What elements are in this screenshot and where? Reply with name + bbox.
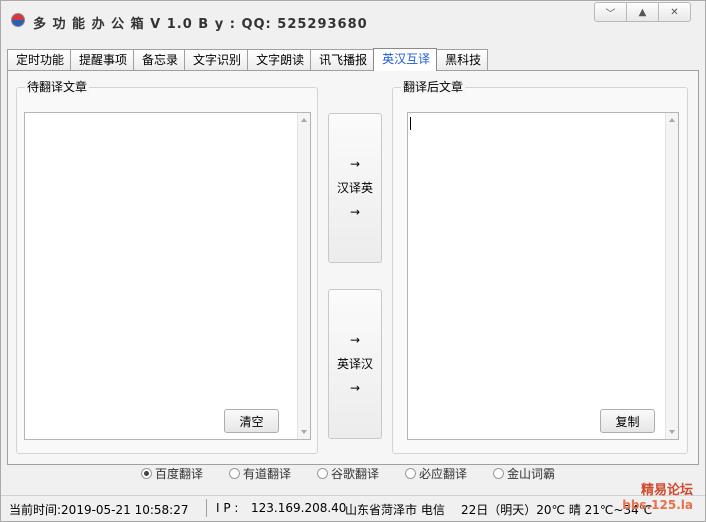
engine-label: 金山词霸 xyxy=(507,467,556,481)
engine-youdao[interactable]: 有道翻译 xyxy=(229,465,291,482)
engine-bing[interactable]: 必应翻译 xyxy=(405,465,467,482)
close-button[interactable]: ✕ xyxy=(658,2,691,22)
tab-text-to-speech[interactable]: 文字朗读 xyxy=(247,49,312,70)
app-logo-icon xyxy=(11,13,25,27)
tab-memo[interactable]: 备忘录 xyxy=(133,49,186,70)
translate-en-to-cn-label: 英译汉 xyxy=(336,357,373,371)
close-icon: ✕ xyxy=(670,6,679,18)
radio-icon[interactable] xyxy=(405,468,416,479)
copy-button[interactable]: 复制 xyxy=(600,409,655,433)
app-window: 多 功 能 办 公 箱 V 1.0 B y : QQ: 525293680 ﹀ … xyxy=(0,0,706,522)
engine-google[interactable]: 谷歌翻译 xyxy=(317,465,379,482)
engine-label: 有道翻译 xyxy=(243,467,292,481)
forum-watermark: 精易论坛 bbs.125.la xyxy=(622,483,693,513)
tab-translate[interactable]: 英汉互译 xyxy=(373,48,438,71)
tab-black-tech[interactable]: 黑科技 xyxy=(436,49,489,70)
clear-button[interactable]: 清空 xyxy=(224,409,279,433)
result-text-output[interactable]: 复制 xyxy=(407,112,679,440)
status-bar: 当前时间:2019-05-21 10:58:27 I P : 123.169.2… xyxy=(1,495,705,521)
watermark-title: 精易论坛 xyxy=(640,483,693,498)
window-controls: ﹀ ▲ ✕ xyxy=(594,2,691,22)
tab-ocr[interactable]: 文字识别 xyxy=(184,49,249,70)
engine-baidu[interactable]: 百度翻译 xyxy=(141,465,203,482)
minimize-icon: ﹀ xyxy=(605,8,616,20)
status-location: 山东省菏泽市 电信 xyxy=(345,503,445,517)
tab-bar: 定时功能 提醒事项 备忘录 文字识别 文字朗读 讯飞播报 英汉互译 黑科技 xyxy=(7,48,489,71)
tab-timer[interactable]: 定时功能 xyxy=(7,49,72,70)
scroll-up-icon[interactable] xyxy=(301,118,307,122)
translate-cn-to-en-label: 汉译英 xyxy=(336,181,373,195)
window-title: 多 功 能 办 公 箱 V 1.0 B y : QQ: 525293680 xyxy=(33,17,368,32)
status-time: 当前时间:2019-05-21 10:58:27 xyxy=(9,503,189,517)
engine-label: 必应翻译 xyxy=(419,467,468,481)
radio-icon[interactable] xyxy=(317,468,328,479)
scroll-down-icon[interactable] xyxy=(301,430,307,434)
maximize-button[interactable]: ▲ xyxy=(626,2,659,22)
status-divider xyxy=(206,499,207,517)
source-scrollbar[interactable] xyxy=(297,113,310,439)
tab-xunfei-broadcast[interactable]: 讯飞播报 xyxy=(310,49,375,70)
watermark-url: bbs.125.la xyxy=(622,498,693,512)
arrow-right-icon: → xyxy=(349,381,361,395)
engine-label: 百度翻译 xyxy=(155,467,204,481)
translate-en-to-cn-button[interactable]: → 英译汉 → xyxy=(328,289,382,439)
result-group-title: 翻译后文章 xyxy=(401,80,466,94)
radio-icon[interactable] xyxy=(229,468,240,479)
title-bar[interactable]: 多 功 能 办 公 箱 V 1.0 B y : QQ: 525293680 ﹀ … xyxy=(1,1,705,41)
source-group: 待翻译文章 清空 xyxy=(16,80,318,454)
text-cursor xyxy=(410,117,411,130)
radio-selected-icon[interactable] xyxy=(141,468,152,479)
translate-cn-to-en-button[interactable]: → 汉译英 → xyxy=(328,113,382,263)
engine-selector: 百度翻译 有道翻译 谷歌翻译 必应翻译 金山词霸 xyxy=(1,465,705,481)
arrow-right-icon: → xyxy=(349,157,361,171)
result-group: 翻译后文章 复制 xyxy=(392,80,688,454)
scroll-up-icon[interactable] xyxy=(669,118,675,122)
engine-label: 谷歌翻译 xyxy=(331,467,380,481)
scroll-down-icon[interactable] xyxy=(669,430,675,434)
arrow-right-icon: → xyxy=(349,205,361,219)
minimize-button[interactable]: ﹀ xyxy=(594,2,627,22)
result-scrollbar[interactable] xyxy=(665,113,678,439)
source-group-title: 待翻译文章 xyxy=(25,80,90,94)
arrow-right-icon: → xyxy=(349,333,361,347)
radio-icon[interactable] xyxy=(493,468,504,479)
status-ip: 123.169.208.40 xyxy=(251,501,347,515)
status-ip-label: I P : xyxy=(216,501,239,515)
tab-reminders[interactable]: 提醒事项 xyxy=(70,49,135,70)
maximize-icon: ▲ xyxy=(638,6,647,18)
source-text-input[interactable]: 清空 xyxy=(24,112,311,440)
engine-kingsoft[interactable]: 金山词霸 xyxy=(493,465,555,482)
